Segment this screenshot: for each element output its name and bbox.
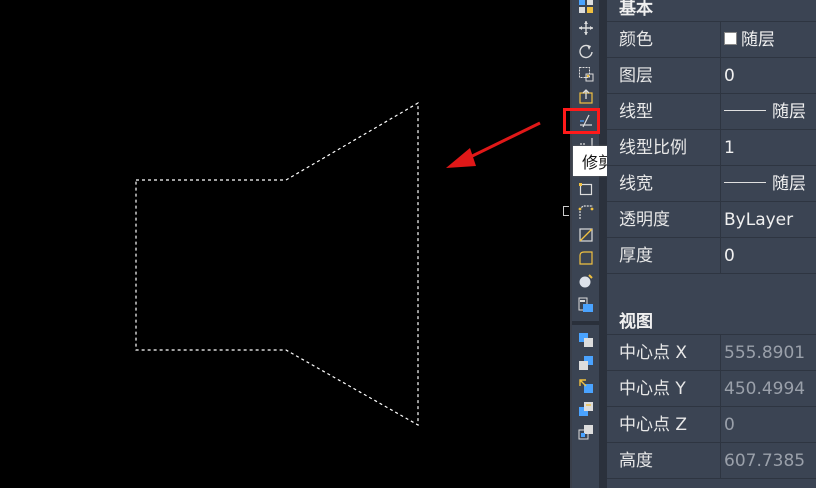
prop-label: 高度 [619, 451, 653, 471]
prop-row-height[interactable]: 高度 607.7385 [607, 443, 816, 479]
prop-value-center-z: 0 [724, 415, 735, 435]
explode-icon[interactable] [575, 248, 596, 268]
prop-row-color[interactable]: 颜色 随层 [607, 22, 816, 58]
fillet-icon[interactable] [575, 225, 596, 245]
match-properties-icon[interactable] [575, 0, 596, 16]
prop-label: 线宽 [619, 174, 653, 194]
prop-value-color[interactable]: 随层 [724, 22, 775, 58]
prop-row-center-y[interactable]: 中心点 Y 450.4994 [607, 371, 816, 407]
prop-label: 中心点 Y [619, 379, 686, 399]
prop-value-center-x: 555.8901 [724, 343, 806, 363]
chamfer-icon[interactable] [575, 202, 596, 222]
arrow-annotation [446, 121, 541, 168]
prop-value-height: 607.7385 [724, 451, 806, 471]
move-icon[interactable] [575, 18, 596, 38]
send-under-icon[interactable] [575, 376, 596, 396]
prop-label: 线型比例 [619, 138, 687, 158]
prop-value-thickness[interactable]: 0 [724, 238, 735, 274]
linetype-preview [724, 109, 766, 111]
properties-icon[interactable] [575, 271, 596, 291]
scale-icon[interactable] [575, 64, 596, 84]
canvas-drawing [135, 101, 541, 427]
section-basic-title[interactable]: 基本 [607, 0, 816, 19]
prop-value-center-y: 450.4994 [724, 379, 806, 399]
rotate-icon[interactable] [575, 41, 596, 61]
prop-value-linetype-scale[interactable]: 1 [724, 130, 735, 166]
prop-row-transparency[interactable]: 透明度 ByLayer [607, 202, 816, 238]
prop-row-center-x[interactable]: 中心点 X 555.8901 [607, 335, 816, 371]
bring-text-front-icon[interactable] [575, 422, 596, 442]
lineweight-preview [724, 181, 766, 183]
bring-above-icon[interactable] [575, 353, 596, 373]
prop-value-linetype[interactable]: 随层 [724, 94, 806, 130]
prop-label: 透明度 [619, 210, 670, 230]
prop-row-linetype-scale[interactable]: 线型比例 1 [607, 130, 816, 166]
prop-value-lineweight[interactable]: 随层 [724, 166, 806, 202]
prop-label: 中心点 Z [619, 415, 688, 435]
prop-label: 图层 [619, 66, 653, 86]
properties-panel: 基本 颜色 随层 图层 0 线型 随层 线型比例 1 线宽 随层 透明度 ByL… [607, 0, 816, 488]
prop-value-layer[interactable]: 0 [724, 58, 735, 94]
prop-value-transparency[interactable]: ByLayer [724, 202, 793, 238]
drawing-canvas[interactable] [0, 0, 570, 488]
color-swatch [724, 31, 737, 45]
join-icon[interactable] [575, 179, 596, 199]
modify-toolbar [572, 0, 599, 488]
bring-annotation-front-icon[interactable] [575, 399, 596, 419]
prop-label: 线型 [619, 102, 653, 122]
prop-row-layer[interactable]: 图层 0 [607, 58, 816, 94]
prop-label: 中心点 X [619, 343, 688, 363]
prop-row-linetype[interactable]: 线型 随层 [607, 94, 816, 130]
prop-row-lineweight[interactable]: 线宽 随层 [607, 166, 816, 202]
toolbar-gap [599, 0, 607, 488]
stretch-icon[interactable] [575, 87, 596, 107]
prop-row-center-z[interactable]: 中心点 Z 0 [607, 407, 816, 443]
prop-label: 颜色 [619, 30, 653, 50]
bring-front-icon[interactable] [575, 295, 596, 315]
section-view-title[interactable]: 视图 [607, 307, 816, 332]
send-back-icon[interactable] [575, 330, 596, 350]
prop-row-thickness[interactable]: 厚度 0 [607, 238, 816, 274]
prop-label: 厚度 [619, 246, 653, 266]
trim-highlight-box [563, 108, 600, 134]
toolbar-divider [572, 321, 599, 325]
panel-edge-handle[interactable] [563, 206, 569, 216]
selected-speaker-shape[interactable] [135, 101, 419, 427]
